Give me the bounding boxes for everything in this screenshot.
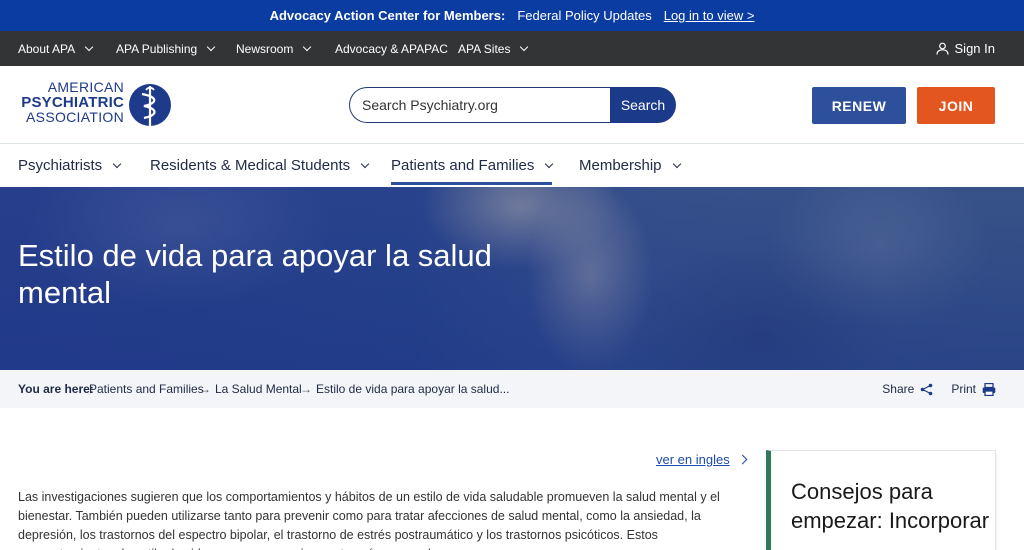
english-version-link[interactable]: ver en ingles bbox=[656, 452, 748, 467]
sign-in-link[interactable]: Sign In bbox=[935, 31, 995, 66]
chevron-down-icon bbox=[672, 159, 681, 168]
share-icon bbox=[921, 383, 933, 395]
search-input[interactable] bbox=[349, 87, 610, 123]
nav-label: Membership bbox=[579, 157, 662, 174]
utility-nav: About APA APA Publishing Newsroom Advoca… bbox=[0, 31, 1024, 66]
util-item-label: About APA bbox=[18, 41, 76, 56]
chevron-down-icon bbox=[545, 159, 554, 168]
logo-wordmark: AMERICAN PSYCHIATRIC ASSOCIATION bbox=[18, 80, 124, 125]
page-title: Estilo de vida para apoyar la salud ment… bbox=[18, 238, 492, 310]
user-icon bbox=[935, 42, 949, 55]
banner-login-link[interactable]: Log in to view > bbox=[664, 8, 755, 23]
breadcrumb-label: You are here: bbox=[18, 382, 94, 396]
arrow-right-icon: → bbox=[300, 382, 312, 396]
tips-card: Consejos para empezar: Incorporar bbox=[766, 450, 996, 550]
share-label: Share bbox=[882, 382, 915, 396]
apa-logo[interactable]: AMERICAN PSYCHIATRIC ASSOCIATION bbox=[18, 80, 178, 132]
chevron-right-icon bbox=[737, 454, 748, 465]
breadcrumb: You are here: Patients and Families → La… bbox=[0, 370, 1024, 408]
chevron-down-icon bbox=[112, 159, 122, 168]
nav-label: Patients and Families bbox=[391, 157, 535, 174]
hero-banner: Estilo de vida para apoyar la salud ment… bbox=[0, 187, 1024, 370]
nav-label: Residents & Medical Students bbox=[150, 157, 351, 174]
util-item-label: Advocacy & APAPAC bbox=[335, 41, 448, 56]
banner-text: Federal Policy Updates bbox=[517, 8, 652, 23]
util-item-newsroom[interactable]: Newsroom bbox=[236, 31, 312, 66]
util-item-advocacy[interactable]: Advocacy & APAPAC bbox=[335, 31, 448, 66]
english-version-label: ver en ingles bbox=[656, 452, 730, 467]
arrow-right-icon: → bbox=[199, 382, 211, 396]
main-nav: Psychiatrists Residents & Medical Studen… bbox=[0, 144, 1024, 187]
nav-membership[interactable]: Membership bbox=[579, 144, 681, 187]
renew-button[interactable]: RENEW bbox=[812, 87, 906, 124]
chevron-down-icon bbox=[84, 42, 94, 51]
util-item-label: APA Publishing bbox=[116, 41, 198, 56]
chevron-down-icon bbox=[206, 42, 216, 51]
nav-residents[interactable]: Residents & Medical Students bbox=[150, 144, 370, 187]
print-button[interactable]: Print bbox=[951, 382, 996, 396]
logo-line-3: ASSOCIATION bbox=[26, 109, 124, 125]
logo-line-1: AMERICAN bbox=[47, 79, 124, 95]
search-bar: Search bbox=[349, 87, 676, 123]
util-item-apa-sites[interactable]: APA Sites bbox=[458, 31, 529, 66]
caduceus-icon bbox=[129, 84, 171, 126]
sign-in-label: Sign In bbox=[954, 41, 995, 56]
print-label: Print bbox=[951, 382, 976, 396]
printer-icon bbox=[982, 382, 996, 396]
advocacy-banner: Advocacy Action Center for Members: Fede… bbox=[0, 0, 1024, 31]
chevron-down-icon bbox=[520, 42, 529, 51]
chevron-down-icon bbox=[360, 159, 370, 168]
util-item-apa-publishing[interactable]: APA Publishing bbox=[116, 31, 216, 66]
nav-label: Psychiatrists bbox=[18, 157, 103, 174]
page-tools: Share Print bbox=[882, 370, 996, 408]
util-item-about-apa[interactable]: About APA bbox=[18, 31, 94, 66]
search-button[interactable]: Search bbox=[610, 87, 676, 123]
breadcrumb-item-current: Estilo de vida para apoyar la salud... bbox=[316, 382, 510, 396]
nav-patients-families[interactable]: Patients and Families bbox=[391, 144, 554, 187]
breadcrumb-item-patients[interactable]: Patients and Families bbox=[89, 382, 204, 396]
breadcrumb-item-salud-mental[interactable]: La Salud Mental bbox=[215, 382, 302, 396]
nav-psychiatrists[interactable]: Psychiatrists bbox=[18, 144, 122, 187]
tips-card-title: Consejos para empezar: Incorporar bbox=[791, 479, 990, 533]
intro-paragraph: Las investigaciones sugieren que los com… bbox=[18, 490, 720, 550]
share-button[interactable]: Share bbox=[882, 382, 933, 396]
main-content: ver en ingles Las investigaciones sugier… bbox=[0, 408, 1024, 550]
banner-title: Advocacy Action Center for Members: bbox=[269, 8, 506, 23]
chevron-down-icon bbox=[303, 42, 312, 51]
join-button[interactable]: JOIN bbox=[917, 87, 995, 124]
util-item-label: Newsroom bbox=[236, 41, 294, 56]
util-item-label: APA Sites bbox=[458, 41, 511, 56]
logo-line-2: PSYCHIATRIC bbox=[21, 94, 124, 111]
site-header: AMERICAN PSYCHIATRIC ASSOCIATION Search … bbox=[0, 66, 1024, 144]
